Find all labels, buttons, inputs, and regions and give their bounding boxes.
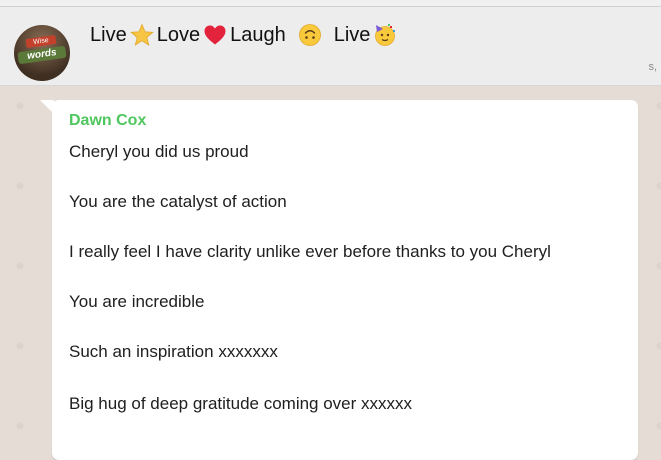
heart-icon — [203, 23, 227, 47]
star-icon — [129, 23, 154, 47]
message-line: Cheryl you did us proud — [69, 142, 249, 161]
message-line: Such an inspiration xxxxxxx — [69, 342, 278, 361]
title-word-love: Love — [156, 23, 201, 46]
message-line: You are incredible — [69, 292, 205, 311]
avatar-label-top: Wise — [25, 34, 57, 49]
title-word-live: Live — [90, 23, 127, 46]
group-title[interactable]: Live Love Laugh Live — [90, 21, 397, 49]
title-word-live-2: Live — [333, 23, 371, 46]
message-line: You are the catalyst of action — [69, 192, 287, 211]
upside-down-face-icon — [298, 23, 322, 47]
message-sender[interactable]: Dawn Cox — [69, 112, 146, 130]
message-line: I really feel I have clarity unlike ever… — [69, 242, 551, 261]
title-word-laugh: Laugh — [230, 23, 286, 46]
party-face-icon — [373, 23, 397, 47]
avatar-label: words — [17, 45, 67, 65]
chat-header[interactable]: Wise words Live Love Laugh Live s, — [0, 7, 661, 86]
group-avatar[interactable]: Wise words — [14, 25, 70, 81]
window-top-edge — [0, 0, 661, 7]
header-subtitle: s, — [648, 61, 657, 73]
message-line: Big hug of deep gratitude coming over xx… — [69, 394, 413, 413]
